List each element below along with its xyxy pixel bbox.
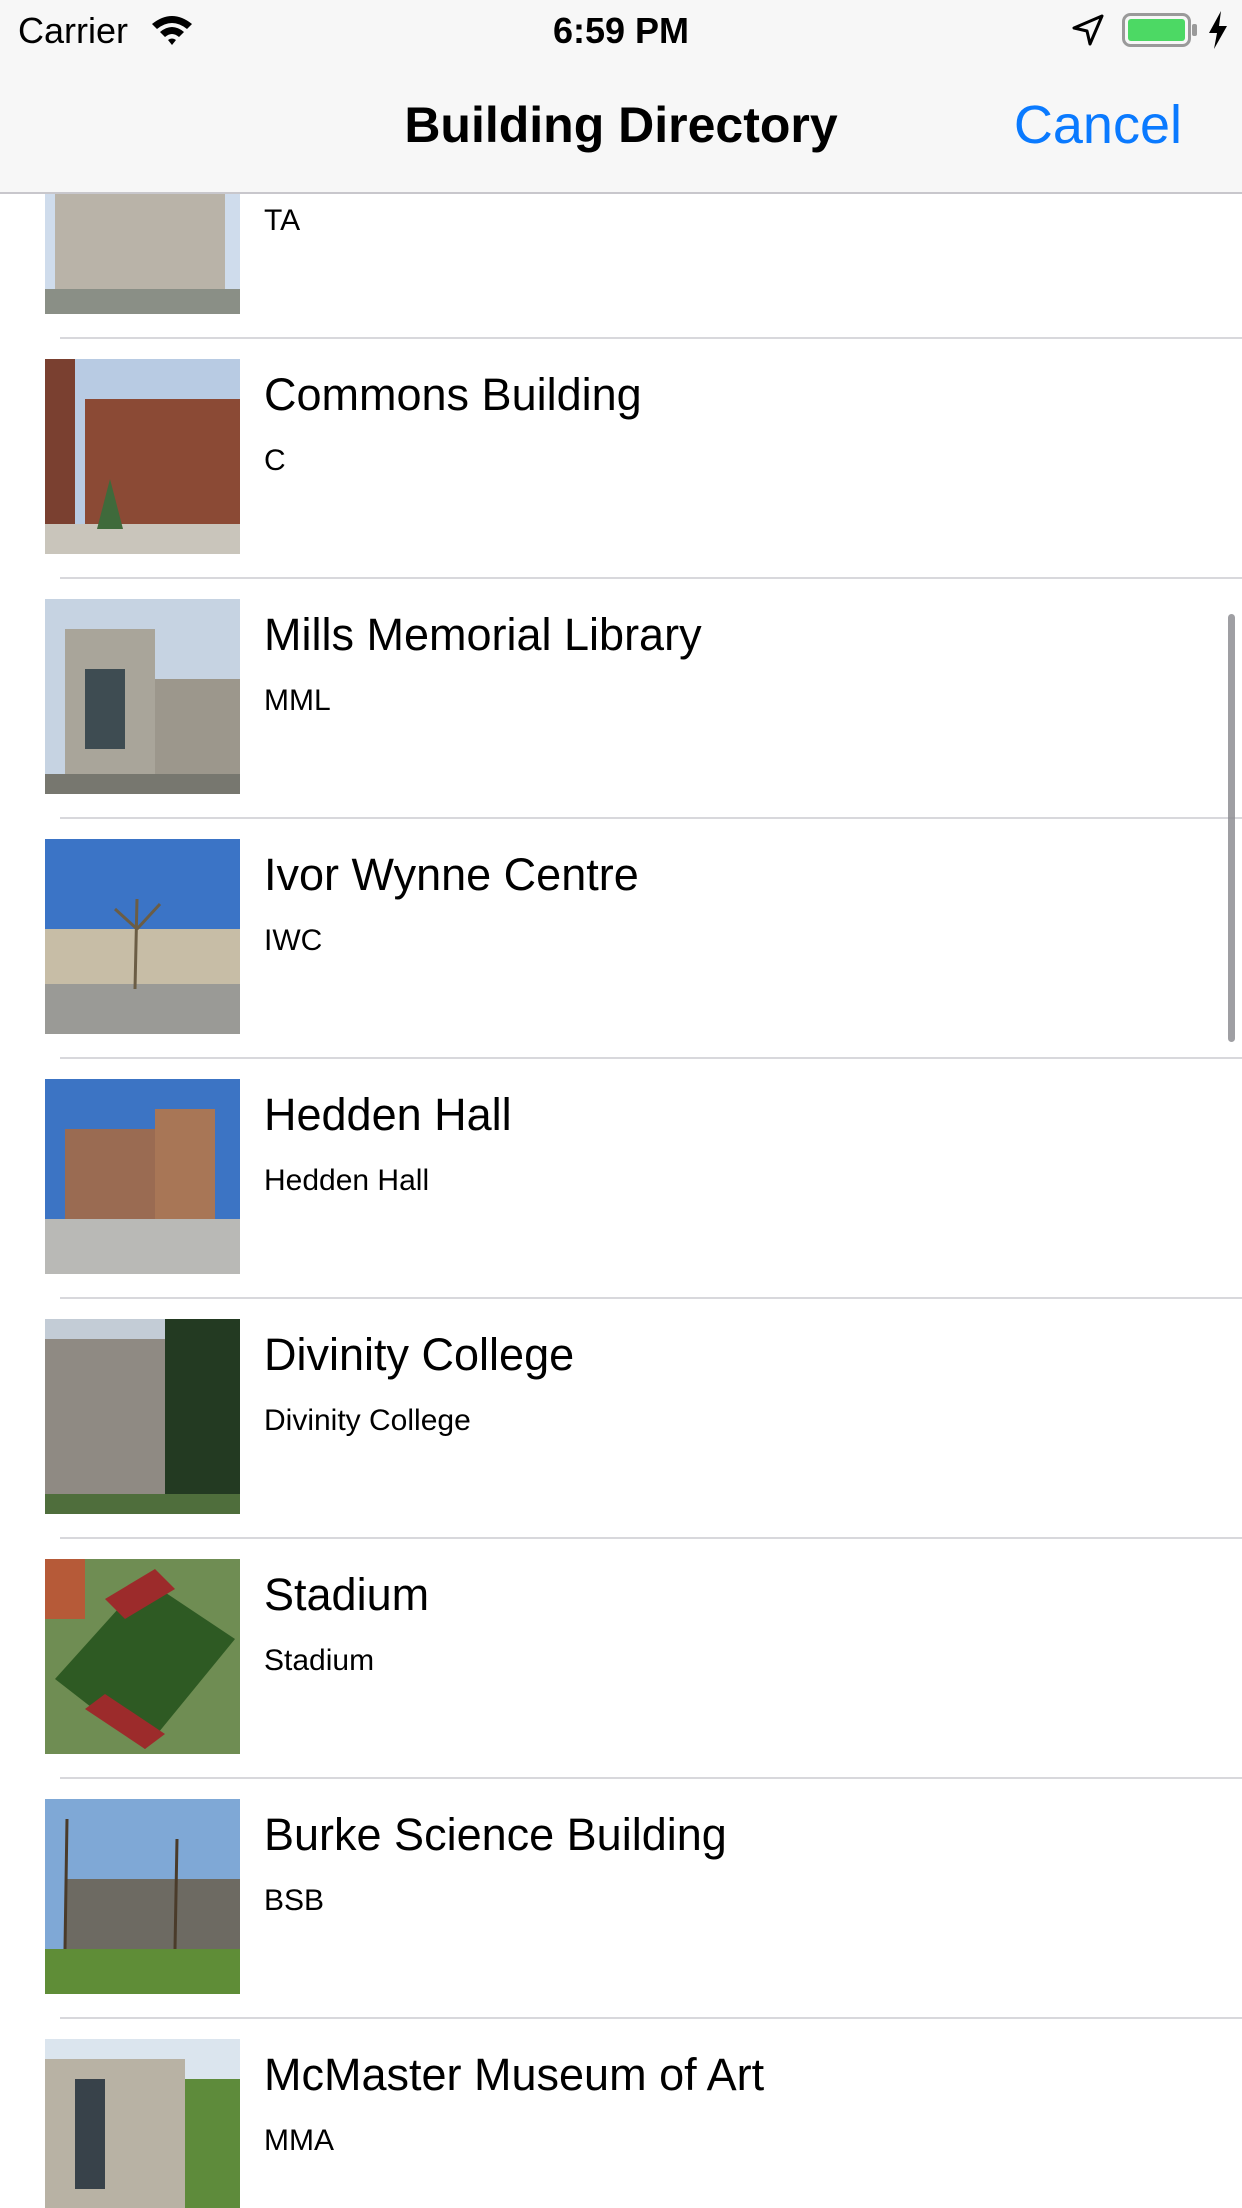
charging-bolt-icon: [1209, 11, 1227, 49]
list-item[interactable]: TA: [0, 194, 1242, 339]
building-code: MMA: [264, 2124, 334, 2157]
building-thumbnail: [45, 359, 240, 554]
building-photo: [45, 1079, 240, 1274]
building-photo: [45, 1799, 240, 1994]
building-photo: [45, 194, 240, 314]
building-name: Ivor Wynne Centre: [264, 849, 639, 900]
building-code: Hedden Hall: [264, 1164, 430, 1197]
building-code: IWC: [264, 924, 323, 957]
building-code: Divinity College: [264, 1404, 471, 1437]
building-code: BSB: [264, 1884, 325, 1917]
building-thumbnail: [45, 194, 240, 314]
status-time: 6:59 PM: [552, 10, 690, 51]
list-item[interactable]: Ivor Wynne Centre IWC: [0, 819, 1242, 1059]
list-item[interactable]: Hedden Hall Hedden Hall: [0, 1059, 1242, 1299]
building-name: Burke Science Building: [264, 1809, 727, 1860]
stadium-aerial-photo: [45, 1559, 240, 1754]
building-thumbnail: [45, 1799, 240, 1994]
building-photo: [45, 359, 240, 554]
building-name: Commons Building: [264, 369, 642, 420]
building-photo: [45, 599, 240, 794]
battery-icon: [1122, 13, 1197, 47]
list-item[interactable]: Divinity College Divinity College: [0, 1299, 1242, 1539]
list-item[interactable]: Mills Memorial Library MML: [0, 579, 1242, 819]
building-code: C: [264, 444, 286, 477]
building-code: TA: [264, 204, 301, 237]
building-name: Divinity College: [264, 1329, 575, 1380]
location-arrow-icon: [1072, 14, 1104, 46]
scroll-indicator[interactable]: [1228, 614, 1235, 1042]
building-thumbnail: [45, 599, 240, 794]
list-item[interactable]: McMaster Museum of Art MMA: [0, 2019, 1242, 2208]
list-item[interactable]: Commons Building C: [0, 339, 1242, 579]
building-name: Hedden Hall: [264, 1089, 512, 1140]
building-thumbnail: [45, 1319, 240, 1514]
building-code: Stadium: [264, 1644, 375, 1677]
building-name: Stadium: [264, 1569, 430, 1620]
building-code: MML: [264, 684, 331, 717]
building-thumbnail: [45, 1559, 240, 1754]
building-photo: [45, 839, 240, 1034]
building-photo: [45, 1319, 240, 1514]
building-thumbnail: [45, 1079, 240, 1274]
navigation-bar: Building Directory Cancel: [0, 60, 1242, 194]
building-name: McMaster Museum of Art: [264, 2049, 765, 2100]
cancel-button[interactable]: Cancel: [1014, 94, 1182, 156]
building-thumbnail: [45, 2039, 240, 2208]
status-bar: Carrier 6:59 PM: [0, 0, 1242, 60]
building-name: Mills Memorial Library: [264, 609, 702, 660]
building-thumbnail: [45, 839, 240, 1034]
building-list[interactable]: TA Commons Building C Mills Memorial Librar…: [0, 194, 1242, 2208]
list-item[interactable]: Stadium Stadium: [0, 1539, 1242, 1779]
list-item[interactable]: Burke Science Building BSB: [0, 1779, 1242, 2019]
building-photo: [45, 2039, 240, 2208]
